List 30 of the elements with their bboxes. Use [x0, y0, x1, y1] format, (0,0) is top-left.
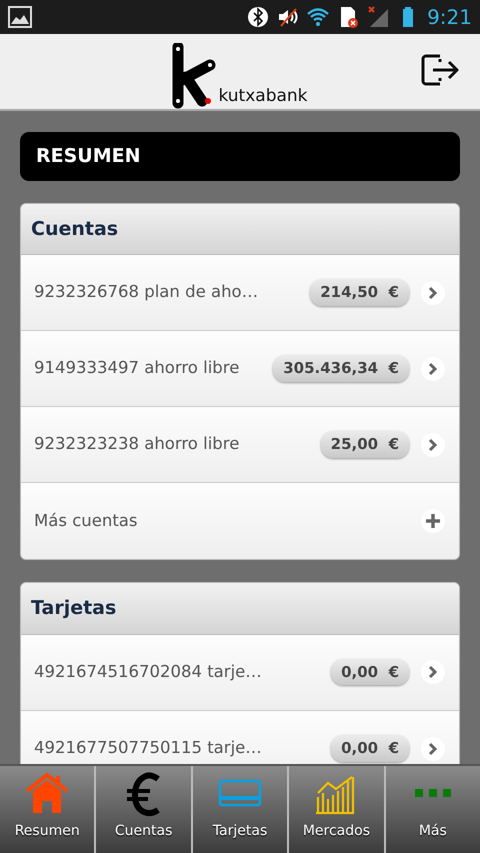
- bluetooth-icon: [247, 6, 270, 28]
- chevron-right-icon: [421, 280, 445, 304]
- muted-speaker-icon: [277, 6, 300, 28]
- list-item[interactable]: 4921677507750115 tarje… 0,00 €: [21, 710, 459, 764]
- tab-bar-item[interactable]: Más: [386, 766, 480, 853]
- tab-bar-item[interactable]: Mercados: [289, 766, 386, 853]
- chevron-right-icon: [421, 432, 445, 456]
- chevron-right-icon: [421, 356, 445, 380]
- plus-icon: [421, 509, 445, 533]
- chevron-right-icon: [421, 736, 445, 760]
- brand-name: kutxabank: [218, 84, 308, 108]
- amount-badge: 0,00 €: [331, 735, 409, 762]
- amount-badge: 305.436,34 €: [273, 355, 409, 382]
- list-item[interactable]: 4921674516702084 tarje… 0,00 €: [21, 634, 459, 710]
- tab-bar-item[interactable]: Tarjetas: [192, 766, 290, 853]
- tab-bar-item[interactable]: Resumen: [0, 766, 96, 853]
- no-signal-icon: [367, 6, 390, 28]
- picture-notification-icon: [8, 6, 32, 28]
- tab-bar-item[interactable]: Cuentas: [96, 766, 193, 853]
- chevron-right-icon: [421, 660, 445, 684]
- wifi-icon: [307, 6, 330, 28]
- section-header: Tarjetas: [21, 583, 459, 634]
- more-icon: [414, 789, 451, 797]
- amount-badge: 0,00 €: [331, 658, 409, 686]
- logo-k-icon: [172, 43, 218, 109]
- amount-badge: 25,00 €: [320, 431, 409, 458]
- status-time: 9:21: [427, 4, 472, 31]
- page-title: RESUMEN: [20, 132, 460, 180]
- amount-badge: 214,50 €: [310, 279, 409, 306]
- section-header: Cuentas: [21, 204, 459, 255]
